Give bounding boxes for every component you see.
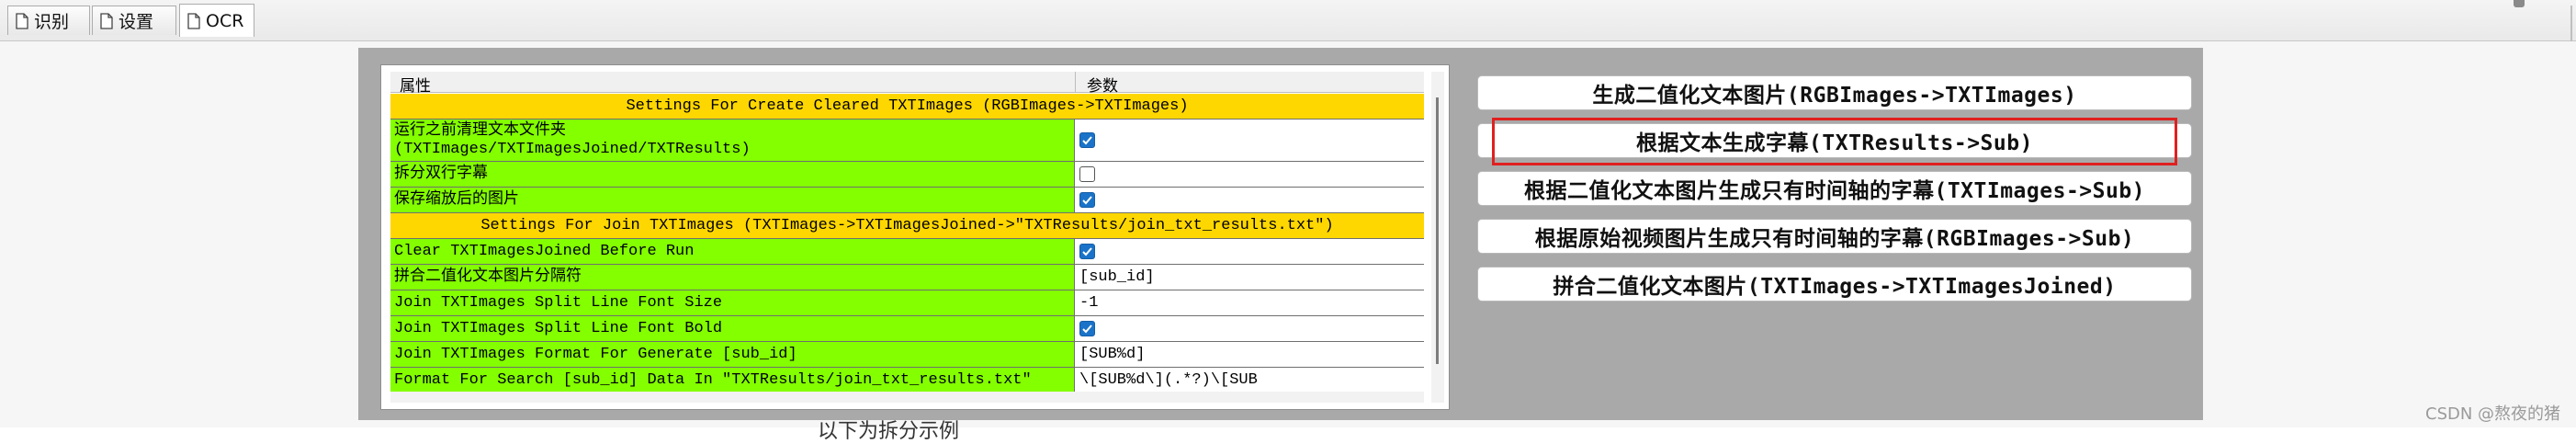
table-row[interactable]: 拼合二值化文本图片分隔符 [sub_id] xyxy=(390,265,1424,290)
checkmark-icon xyxy=(1082,247,1092,256)
row-name: Join TXTImages Split Line Font Size xyxy=(390,290,1075,315)
table-row[interactable]: Join TXTImages Split Line Font Size -1 xyxy=(390,290,1424,316)
checkbox-clean-folders[interactable] xyxy=(1079,132,1095,148)
join-txtimages-button[interactable]: 拼合二值化文本图片(TXTImages->TXTImagesJoined) xyxy=(1477,267,2192,302)
row-value xyxy=(1076,239,1424,264)
table-row[interactable]: 保存缩放后的图片 xyxy=(390,188,1424,213)
document-icon xyxy=(187,12,200,29)
section-create-cleared[interactable]: Settings For Create Cleared TXTImages (R… xyxy=(390,94,1424,120)
row-name: 运行之前清理文本文件夹 (TXTImages/TXTImagesJoined/T… xyxy=(390,120,1075,161)
document-icon xyxy=(16,12,28,29)
vertical-scrollbar[interactable] xyxy=(1431,72,1444,403)
checkbox-save-scaled-images[interactable] xyxy=(1079,192,1095,208)
highlight-annotation xyxy=(1492,118,2177,165)
row-name: Format For Search [sub_id] Data In "TXTR… xyxy=(390,368,1075,393)
row-name: 拼合二值化文本图片分隔符 xyxy=(390,265,1075,290)
row-value xyxy=(1076,188,1424,212)
table-row[interactable]: Clear TXTImagesJoined Before Run xyxy=(390,239,1424,265)
format-search-value-field[interactable]: \[SUB%d\](.*?)\[SUB xyxy=(1076,368,1424,393)
row-value xyxy=(1076,162,1424,187)
checkbox-split-double-subtitle[interactable] xyxy=(1079,166,1095,182)
tab-ocr[interactable]: OCR xyxy=(179,4,254,37)
timeline-sub-from-txtimages-button[interactable]: 根据二值化文本图片生成只有时间轴的字幕(TXTImages->Sub) xyxy=(1477,171,2192,206)
checkmark-icon xyxy=(1082,136,1092,145)
horizontal-scrollbar[interactable] xyxy=(390,392,1424,403)
checkbox-font-bold[interactable] xyxy=(1079,321,1095,336)
font-size-value-field[interactable]: -1 xyxy=(1076,290,1424,315)
tab-settings[interactable]: 设置 xyxy=(92,6,176,35)
row-name: Join TXTImages Format For Generate [sub_… xyxy=(390,342,1075,367)
tab-settings-label: 设置 xyxy=(119,12,154,32)
watermark: CSDN @熬夜的猪 xyxy=(2425,404,2561,424)
checkmark-icon xyxy=(1082,324,1092,334)
property-rows: Settings For Create Cleared TXTImages (R… xyxy=(390,94,1424,393)
header-separator xyxy=(1075,72,1076,92)
generate-txtimages-button[interactable]: 生成二值化文本图片(RGBImages->TXTImages) xyxy=(1477,75,2192,110)
timeline-sub-from-rgbimages-button[interactable]: 根据原始视频图片生成只有时间轴的字幕(RGBImages->Sub) xyxy=(1477,219,2192,254)
tab-ocr-label: OCR xyxy=(206,10,244,31)
below-panel-text: 以下为拆分示例 xyxy=(818,420,960,443)
document-icon xyxy=(100,12,113,29)
checkmark-icon xyxy=(1082,196,1092,205)
table-row[interactable]: Join TXTImages Split Line Font Bold xyxy=(390,316,1424,342)
scrollbar-thumb[interactable] xyxy=(1436,97,1439,364)
row-name: 保存缩放后的图片 xyxy=(390,188,1075,212)
row-name: Join TXTImages Split Line Font Bold xyxy=(390,316,1075,341)
section-join-txtimages[interactable]: Settings For Join TXTImages (TXTImages->… xyxy=(390,213,1424,239)
property-grid-header: 属性 参数 xyxy=(390,72,1424,97)
separator-value-field[interactable]: [sub_id] xyxy=(1076,265,1424,290)
tab-bar: 识别 设置 OCR xyxy=(0,0,2576,41)
row-name: 拆分双行字幕 xyxy=(390,162,1075,187)
checkbox-clear-joined[interactable] xyxy=(1079,244,1095,259)
table-row[interactable]: 拆分双行字幕 xyxy=(390,162,1424,188)
table-row[interactable]: Join TXTImages Format For Generate [sub_… xyxy=(390,342,1424,368)
table-row[interactable]: 运行之前清理文本文件夹 (TXTImages/TXTImagesJoined/T… xyxy=(390,120,1424,162)
table-row[interactable]: Format For Search [sub_id] Data In "TXTR… xyxy=(390,368,1424,393)
tab-recognize[interactable]: 识别 xyxy=(7,6,90,35)
format-generate-value-field[interactable]: [SUB%d] xyxy=(1076,342,1424,367)
row-name: Clear TXTImagesJoined Before Run xyxy=(390,239,1075,264)
row-value xyxy=(1076,120,1424,161)
row-value xyxy=(1076,316,1424,341)
property-grid: 属性 参数 Settings For Create Cleared TXTIma… xyxy=(380,64,1450,410)
tab-recognize-label: 识别 xyxy=(34,12,70,32)
window-corner-mark xyxy=(2514,0,2525,7)
